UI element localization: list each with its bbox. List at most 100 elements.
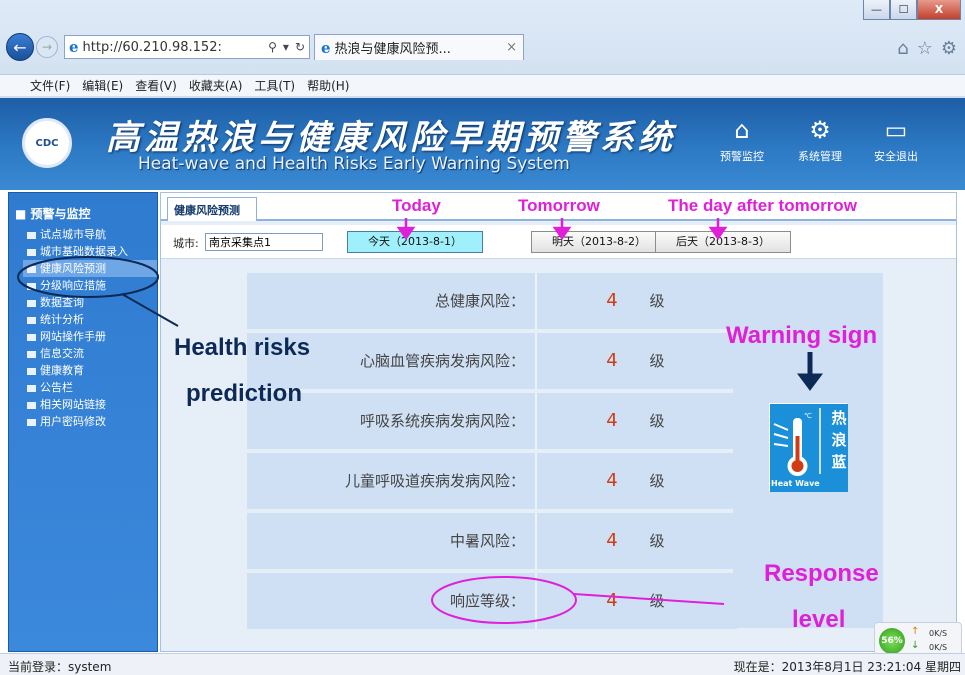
app-header: CDC 高温热浪与健康风险早期预警系统 Heat-wave and Health… bbox=[0, 98, 965, 190]
menu-file[interactable]: 文件(F) bbox=[30, 77, 70, 94]
risk-level-value: 4 bbox=[606, 470, 618, 491]
sidebar-section-label: 预警与监控 bbox=[30, 207, 91, 221]
ie-logo-icon: e bbox=[69, 38, 79, 56]
annotation-tomorrow: Tomorrow bbox=[518, 196, 600, 215]
annotation-day-after: The day after tomorrow bbox=[668, 196, 857, 215]
menu-view[interactable]: 查看(V) bbox=[135, 77, 177, 94]
sidebar-item-label: 统计分析 bbox=[40, 313, 84, 326]
login-status: 当前登录：system bbox=[8, 660, 112, 674]
menu-help[interactable]: 帮助(H) bbox=[307, 77, 349, 94]
risk-level-value: 4 bbox=[606, 350, 618, 371]
risk-row: 中暑风险： 4 级 bbox=[247, 513, 737, 569]
browser-navbar: ← → e http://60.210.98.152: ⚲ ▾ ↻ e 热浪与健… bbox=[6, 32, 524, 62]
back-arrow-icon[interactable]: ← bbox=[6, 33, 34, 61]
search-icon[interactable]: ⚲ bbox=[268, 40, 277, 54]
header-button-label: 系统管理 bbox=[798, 150, 842, 163]
sign-caption: Heat Wave bbox=[771, 479, 820, 488]
sidebar-item[interactable]: 健康风险预测 bbox=[23, 260, 157, 277]
sidebar-item[interactable]: 公告栏 bbox=[27, 379, 157, 396]
menu-bullet-icon bbox=[27, 282, 36, 290]
menu-bullet-icon bbox=[27, 418, 36, 426]
tomorrow-button[interactable]: 明天（2013-8-2） bbox=[531, 231, 667, 253]
favorites-star-icon[interactable]: ☆ bbox=[917, 38, 933, 59]
menu-edit[interactable]: 编辑(E) bbox=[82, 77, 123, 94]
menu-bullet-icon bbox=[27, 231, 36, 239]
maximize-button[interactable]: ☐ bbox=[890, 0, 917, 20]
sidebar-section-title[interactable]: ■ 预警与监控 bbox=[9, 193, 157, 222]
day-after-button[interactable]: 后天（2013-8-3） bbox=[655, 231, 791, 253]
address-url[interactable]: http://60.210.98.152: bbox=[83, 40, 263, 55]
menu-bar: 文件(F) 编辑(E) 查看(V) 收藏夹(A) 工具(T) 帮助(H) bbox=[0, 74, 965, 96]
minimize-button[interactable]: — bbox=[863, 0, 890, 20]
status-bar: 当前登录：system 现在是：2013年8月1日 23:21:04 星期四 bbox=[0, 653, 965, 675]
sidebar-item[interactable]: 城市基础数据录入 bbox=[27, 243, 157, 260]
sidebar-item-label: 健康教育 bbox=[40, 364, 84, 377]
sidebar-item[interactable]: 相关网站链接 bbox=[27, 396, 157, 413]
risk-level-unit: 级 bbox=[649, 352, 665, 370]
annotation-today: Today bbox=[392, 196, 441, 215]
home-icon[interactable]: ⌂ bbox=[897, 38, 908, 59]
refresh-icon[interactable]: ↻ bbox=[295, 40, 305, 54]
app-title-chinese: 高温热浪与健康风险早期预警系统 bbox=[106, 118, 676, 158]
forward-arrow-icon[interactable]: → bbox=[36, 36, 58, 58]
risk-level-unit: 级 bbox=[649, 532, 665, 550]
sidebar-item[interactable]: 分级响应措施 bbox=[27, 277, 157, 294]
header-button-warning-monitor[interactable]: ⌂ 预警监控 bbox=[712, 116, 772, 164]
sidebar-item[interactable]: 网站操作手册 bbox=[27, 328, 157, 345]
menu-bullet-icon bbox=[27, 350, 36, 358]
net-up-speed: 0K/S bbox=[929, 629, 948, 638]
annotation-health-risks: Health risks bbox=[174, 334, 311, 361]
sidebar-item[interactable]: 数据查询 bbox=[27, 294, 157, 311]
sidebar-item[interactable]: 试点城市导航 bbox=[27, 226, 157, 243]
cdc-logo: CDC bbox=[22, 118, 72, 168]
net-down-speed: 0K/S bbox=[929, 643, 948, 652]
risk-label: 中暑风险： bbox=[247, 513, 537, 569]
annotation-prediction: prediction bbox=[186, 380, 303, 407]
risk-label: 响应等级： bbox=[247, 573, 537, 629]
annotation-warning-sign: Warning sign bbox=[726, 322, 878, 349]
sidebar-item[interactable]: 统计分析 bbox=[27, 311, 157, 328]
collapse-icon: ■ bbox=[15, 207, 27, 221]
header-button-label: 预警监控 bbox=[720, 150, 764, 163]
address-bar[interactable]: e http://60.210.98.152: ⚲ ▾ ↻ bbox=[64, 35, 310, 59]
ie-tab-icon: e bbox=[321, 38, 331, 57]
browser-chrome: — ☐ X ← → e http://60.210.98.152: ⚲ ▾ ↻ … bbox=[0, 0, 965, 98]
today-button[interactable]: 今天（2013-8-1） bbox=[347, 231, 483, 253]
header-button-logout[interactable]: ▭ 安全退出 bbox=[866, 116, 926, 164]
up-arrow-icon: ↑ bbox=[911, 626, 920, 637]
tab-title: 热浪与健康风险预... bbox=[334, 42, 451, 57]
gear-icon[interactable]: ⚙ bbox=[941, 38, 957, 59]
sidebar-item-label: 公告栏 bbox=[40, 381, 73, 394]
sidebar-item[interactable]: 信息交流 bbox=[27, 345, 157, 362]
sidebar-item[interactable]: 健康教育 bbox=[27, 362, 157, 379]
risk-level-unit: 级 bbox=[649, 292, 665, 310]
tab-close-icon[interactable]: × bbox=[506, 40, 517, 55]
menu-tools[interactable]: 工具(T) bbox=[254, 77, 295, 94]
exit-door-icon: ▭ bbox=[884, 116, 908, 144]
sidebar-item[interactable]: 用户密码修改 bbox=[27, 413, 157, 430]
menu-bullet-icon bbox=[27, 299, 36, 307]
sidebar-list: 试点城市导航 城市基础数据录入 健康风险预测分级响应措施数据查询统计分析网站操作手册… bbox=[9, 226, 157, 430]
risk-row: 儿童呼吸道疾病发病风险： 4 级 bbox=[247, 453, 737, 509]
city-label: 城市: bbox=[173, 237, 199, 250]
risk-label: 总健康风险： bbox=[247, 273, 537, 329]
sidebar-item-label: 相关网站链接 bbox=[40, 398, 106, 411]
sign-char-blue: 蓝 bbox=[831, 453, 847, 471]
risk-level-value: 4 bbox=[606, 530, 618, 551]
city-field[interactable] bbox=[205, 233, 323, 251]
risk-row: 响应等级： 4 级 bbox=[247, 573, 737, 629]
menu-favorites[interactable]: 收藏夹(A) bbox=[189, 77, 243, 94]
header-button-system-admin[interactable]: ⚙ 系统管理 bbox=[790, 116, 850, 164]
home-icon: ⌂ bbox=[734, 116, 750, 144]
sidebar-item-label: 分级响应措施 bbox=[40, 279, 106, 292]
sign-char-wave: 浪 bbox=[831, 431, 847, 449]
tab-health-risk-prediction[interactable]: 健康风险预测 bbox=[167, 197, 257, 221]
dropdown-icon[interactable]: ▾ bbox=[283, 40, 289, 54]
risk-level-unit: 级 bbox=[649, 412, 665, 430]
menu-bullet-icon bbox=[27, 384, 36, 392]
menu-bullet-icon bbox=[27, 265, 36, 273]
close-window-button[interactable]: X bbox=[917, 0, 961, 20]
annotation-level: level bbox=[792, 606, 846, 633]
settings-icon: ⚙ bbox=[809, 116, 831, 144]
browser-tab[interactable]: e 热浪与健康风险预... × bbox=[314, 34, 524, 60]
